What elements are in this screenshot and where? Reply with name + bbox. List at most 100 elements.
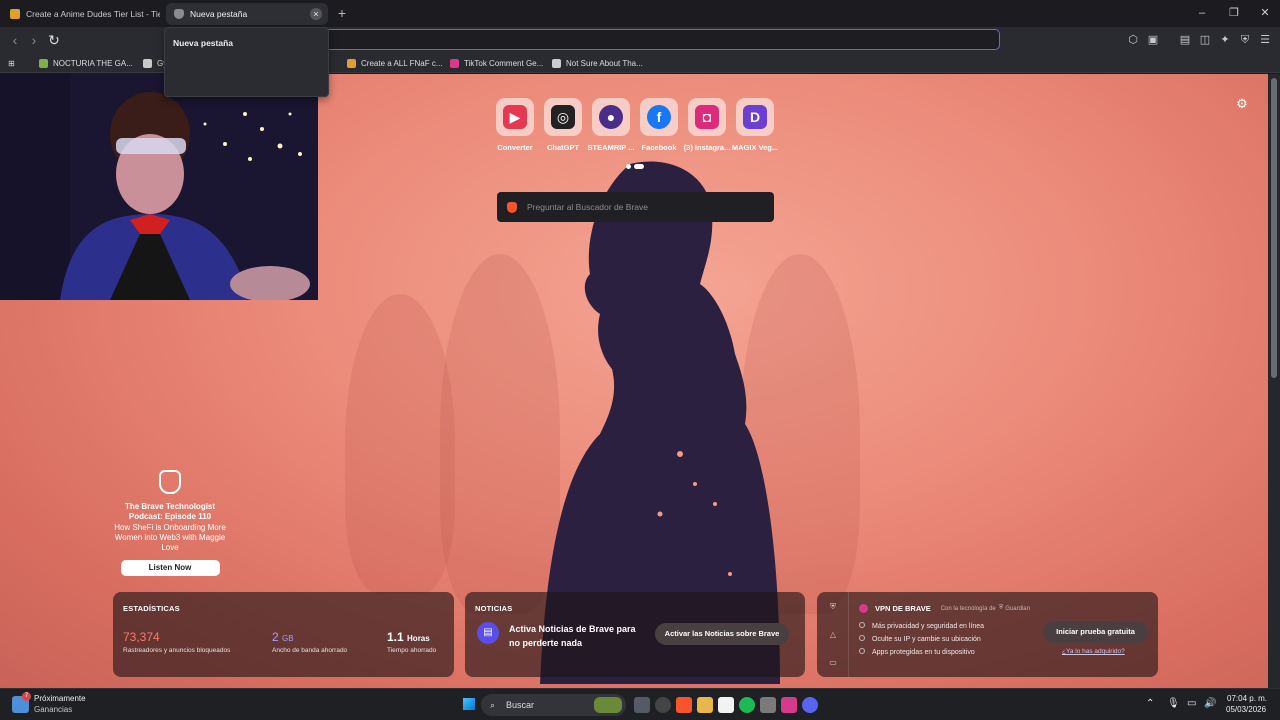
chatgpt-icon: ◎ — [551, 105, 575, 129]
clock-time[interactable]: 07:04 p. m. — [1227, 694, 1267, 703]
trackers-caption: Rastreadores y anuncios bloqueados — [123, 647, 231, 654]
tooltip-text: Nueva pestaña — [173, 38, 233, 48]
forward-icon[interactable]: › — [25, 31, 43, 49]
start-trial-button[interactable]: Iniciar prueba gratuita — [1043, 621, 1148, 643]
extensions-icon[interactable]: ⬡ — [1125, 32, 1141, 48]
bandwidth-caption: Ancho de banda ahorrado — [272, 647, 348, 654]
shortcut-converter[interactable]: ▶ Converter — [491, 98, 539, 152]
scrollbar-thumb[interactable] — [1271, 78, 1277, 378]
spotify-icon[interactable] — [739, 697, 755, 713]
listen-now-button[interactable]: Listen Now — [120, 560, 220, 576]
stats-card: ESTADÍSTICAS 73,374 Rastreadores y anunc… — [113, 592, 454, 677]
wallet-icon[interactable]: ▣ — [1145, 32, 1161, 48]
bookmark-favicon-icon — [450, 58, 459, 68]
brave-lion-icon — [507, 201, 517, 213]
time-unit: Horas — [407, 634, 430, 643]
back-icon[interactable]: ‹ — [6, 31, 24, 49]
check-icon — [859, 648, 865, 654]
feature-text: Oculte su IP y cambie su ubicación — [872, 636, 981, 643]
widget-title[interactable]: Próximamente — [34, 694, 86, 703]
new-tab-plus-icon[interactable]: + — [335, 5, 349, 21]
page-scrollbar[interactable] — [1268, 74, 1280, 688]
bookmark-nocturia[interactable]: NOCTURIA THE GA... — [39, 56, 133, 70]
clock-date[interactable]: 05/03/2026 — [1226, 705, 1266, 714]
bookmark-tiktok[interactable]: TikTok Comment Ge... — [450, 56, 543, 70]
bookmark-favicon-icon — [39, 58, 48, 68]
tab-label: Create a Anime Dudes Tier List - TierMak… — [26, 9, 160, 19]
brave-search-box[interactable]: Preguntar al Buscador de Brave — [497, 192, 774, 222]
page-dots[interactable] — [626, 164, 644, 169]
news-heading: NOTICIAS — [475, 604, 513, 613]
sidebar-icon[interactable]: ▤ — [1177, 32, 1193, 48]
close-tab-icon[interactable]: × — [310, 8, 322, 20]
vpn-shield-icon[interactable]: ⛨ — [828, 602, 838, 612]
converter-icon: ▶ — [503, 105, 527, 129]
microsoft-store-icon[interactable] — [718, 697, 734, 713]
check-icon — [859, 635, 865, 641]
tiermaker-favicon-icon — [10, 9, 20, 19]
apps-grid-icon[interactable]: ⊞ — [8, 56, 15, 70]
vpn-shield-icon[interactable]: ⛨ — [1237, 32, 1253, 48]
gamepad-icon — [552, 58, 561, 68]
rewards-triangle-icon[interactable]: △ — [828, 630, 838, 640]
already-purchased-link[interactable]: ¿Ya lo has adquirido? — [1062, 648, 1125, 655]
shortcut-tile: ◘ — [688, 98, 726, 136]
time-caption: Tiempo ahorrado — [387, 647, 437, 654]
shortcut-label: Facebook — [641, 143, 677, 152]
widget-switcher: ⛨ △ ▭ — [817, 592, 849, 677]
calculator-icon[interactable] — [760, 697, 776, 713]
file-explorer-icon[interactable] — [697, 697, 713, 713]
taskbar-search-label: Buscar — [506, 700, 535, 710]
guardian-logo-icon: ⛨ — [998, 605, 1004, 611]
search-highlight-icon — [594, 697, 622, 713]
shortcut-label: (3) Instagra... — [683, 143, 731, 152]
webcam-image — [0, 74, 318, 300]
shortcut-chatgpt[interactable]: ◎ ChatGPT — [539, 98, 587, 152]
shortcut-tile: D — [736, 98, 774, 136]
podcast-promo: The Brave Technologist Podcast: Episode … — [110, 470, 230, 576]
task-view-icon[interactable] — [634, 697, 650, 713]
show-hidden-icons-chevron-icon[interactable]: ⌃ — [1146, 698, 1154, 709]
close-window-icon[interactable]: ✕ — [1255, 4, 1275, 22]
copilot-icon[interactable] — [655, 697, 671, 713]
leo-ai-icon[interactable]: ✦ — [1217, 32, 1233, 48]
vpn-logo-icon — [859, 604, 868, 613]
minimize-icon[interactable]: – — [1192, 4, 1212, 22]
stat-trackers: 73,374 Rastreadores y anuncios bloqueado… — [123, 630, 230, 654]
brave-logo-icon — [159, 470, 181, 494]
notification-badge: 7 — [22, 692, 31, 701]
restore-icon[interactable]: ❐ — [1224, 4, 1244, 22]
activate-news-button[interactable]: Activar las Noticias sobre Brave — [655, 623, 789, 645]
talk-video-icon[interactable]: ▭ — [828, 658, 838, 668]
start-windows-icon[interactable] — [463, 698, 475, 710]
wallet-card-icon[interactable]: ◫ — [1197, 32, 1213, 48]
shortcut-facebook[interactable]: f Facebook — [635, 98, 683, 152]
tab-new-tab[interactable]: Nueva pestaña × — [166, 3, 328, 25]
network-icon[interactable]: ▭ — [1187, 698, 1196, 709]
discord-icon[interactable] — [802, 697, 818, 713]
shortcut-tile: ● — [592, 98, 630, 136]
tab-tier-list[interactable]: Create a Anime Dudes Tier List - TierMak… — [2, 3, 160, 25]
vpn-brand: Guardian — [1005, 605, 1030, 612]
settings-gear-icon[interactable]: ⚙ — [1234, 96, 1250, 112]
shortcut-instagram[interactable]: ◘ (3) Instagra... — [683, 98, 731, 152]
bookmark-not-sure[interactable]: Not Sure About Tha... — [552, 56, 643, 70]
tab-label: Nueva pestaña — [190, 9, 248, 19]
bookmark-favicon-icon — [347, 58, 356, 68]
menu-icon[interactable]: ☰ — [1257, 32, 1273, 48]
vpn-header: VPN DE BRAVE Con la tecnología de ⛨ Guar… — [859, 604, 1030, 613]
tiktok-icon[interactable] — [781, 697, 797, 713]
reload-icon[interactable]: ↻ — [45, 31, 63, 49]
microphone-icon[interactable]: 🎙 — [1167, 698, 1180, 709]
promo-subtitle: How SheFi is Onboarding More Women into … — [114, 523, 226, 552]
shortcut-label: ChatGPT — [546, 143, 580, 152]
widget-subtitle: Ganancias — [34, 705, 73, 714]
bookmark-fnaf[interactable]: Create a ALL FNaF c... — [347, 56, 443, 70]
taskbar-search[interactable]: ⌕ Buscar — [481, 694, 626, 716]
address-bar[interactable] — [318, 29, 1000, 50]
shortcut-steamrip[interactable]: ● STEAMRIP ... — [587, 98, 635, 152]
shortcut-magix[interactable]: D MAGIX Veg... — [731, 98, 779, 152]
volume-icon[interactable]: 🔊 — [1204, 698, 1216, 709]
feature-text: Más privacidad y seguridad en línea — [872, 623, 985, 630]
brave-browser-icon[interactable] — [676, 697, 692, 713]
